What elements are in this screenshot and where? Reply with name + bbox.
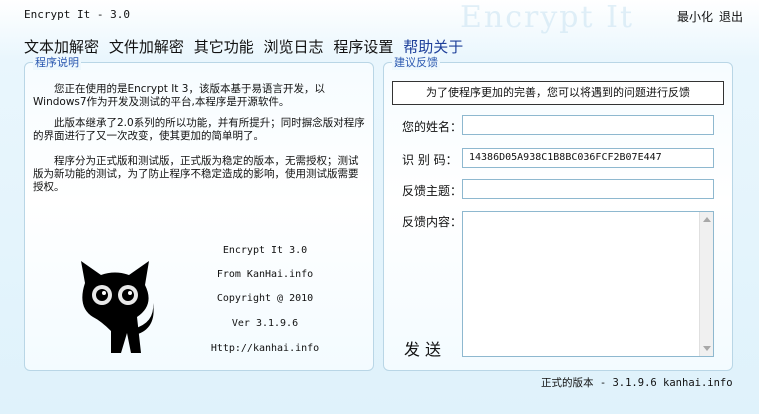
about-legend: 程序说明 bbox=[33, 54, 81, 70]
title-bar: Encrypt It Encrypt It - 3.0 最小化 退出 bbox=[0, 0, 759, 35]
menu-browse-log[interactable]: 浏览日志 bbox=[264, 36, 324, 57]
subject-field[interactable] bbox=[462, 179, 714, 199]
website-link[interactable]: Http://kanhai.info bbox=[205, 343, 325, 354]
about-paragraph: 程序分为正式版和测试版，正式版为稳定的版本，无需授权；测试版为新功能的测试，为了… bbox=[33, 155, 359, 193]
content-scrollbar[interactable] bbox=[699, 212, 713, 356]
about-paragraph: 您正在使用的是Encrypt It 3，该版本基于易语言开发，以Windows7… bbox=[33, 83, 325, 108]
app-title: Encrypt It - 3.0 bbox=[24, 8, 130, 21]
minimize-button[interactable]: 最小化 bbox=[677, 8, 713, 25]
content-label: 反馈内容： bbox=[402, 215, 463, 229]
menu-settings[interactable]: 程序设置 bbox=[333, 36, 393, 57]
version: Ver 3.1.9.6 bbox=[231, 318, 299, 329]
name-field[interactable] bbox=[462, 115, 714, 135]
black-cat-icon bbox=[81, 261, 154, 353]
feedback-notice: 为了使程序更加的完善，您可以将遇到的问题进行反馈 bbox=[392, 81, 724, 105]
content-textarea[interactable] bbox=[462, 211, 714, 357]
product-name: Encrypt It 3.0 bbox=[222, 245, 308, 256]
menu-other-functions[interactable]: 其它功能 bbox=[194, 36, 254, 57]
id-code-field[interactable]: 14386D05A938C1B8BC036FCF2B07E447 bbox=[462, 148, 714, 168]
send-button[interactable]: 发送 bbox=[404, 336, 446, 360]
scroll-up-icon[interactable] bbox=[703, 217, 711, 222]
about-panel: 程序说明 您正在使用的是Encrypt It 3，该版本基于易语言开发，以Win… bbox=[24, 54, 374, 371]
copyright: Copyright @ 2010 bbox=[216, 293, 314, 304]
feedback-legend: 建议反馈 bbox=[392, 54, 440, 70]
product-author: From KanHai.info bbox=[216, 269, 314, 280]
title-watermark: Encrypt It bbox=[460, 0, 635, 35]
name-label: 您的姓名： bbox=[402, 120, 463, 134]
scroll-down-icon[interactable] bbox=[703, 346, 711, 351]
subject-label: 反馈主题： bbox=[402, 184, 463, 198]
id-label: 识 别 码： bbox=[402, 153, 458, 167]
feedback-panel: 建议反馈 为了使程序更加的完善，您可以将遇到的问题进行反馈 您的姓名： 识 别 … bbox=[383, 54, 733, 371]
menu-file-encrypt[interactable]: 文件加解密 bbox=[109, 36, 184, 57]
exit-button[interactable]: 退出 bbox=[719, 8, 743, 25]
about-paragraph: 此版本继承了2.0系列的所以功能，并有所提升；同时摒念版对程序的界面进行了又一次… bbox=[33, 117, 365, 142]
version-footer: 正式的版本 - 3.1.9.6 kanhai.info bbox=[541, 377, 733, 389]
